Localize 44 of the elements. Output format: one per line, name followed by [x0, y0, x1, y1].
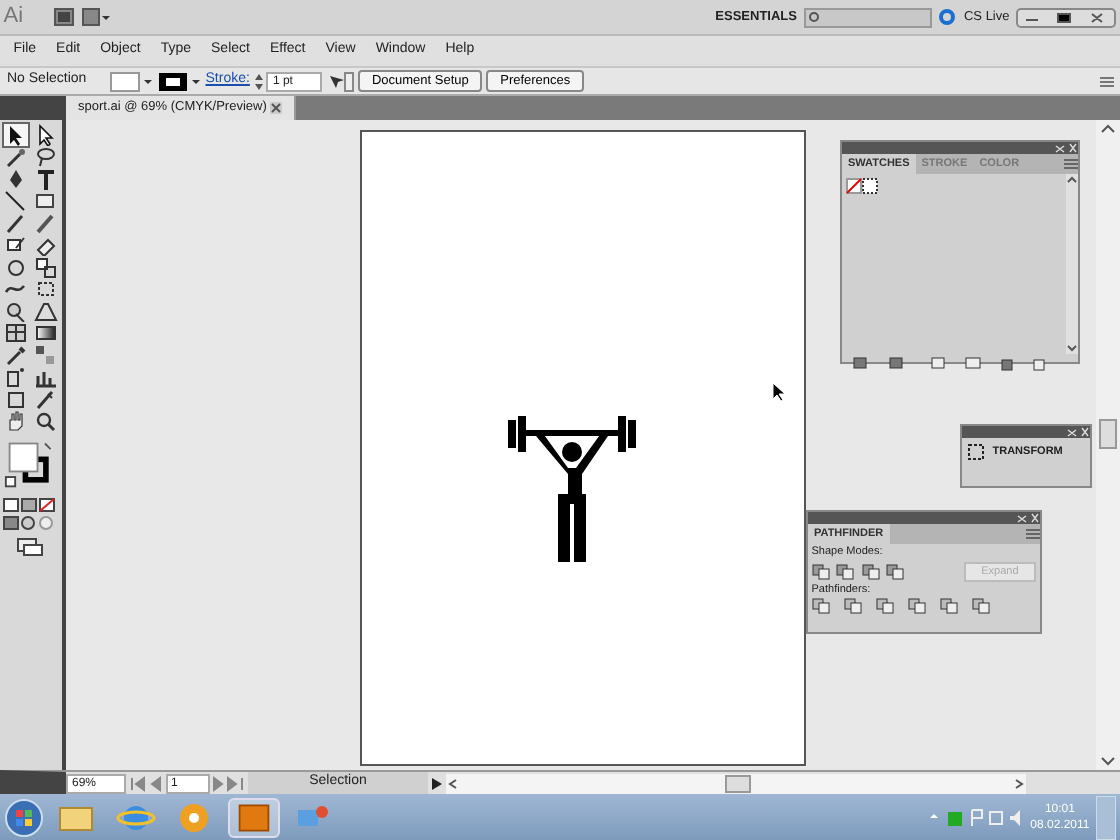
style-picker-icon[interactable]	[326, 71, 355, 91]
hand-icon[interactable]	[3, 409, 27, 432]
gradient-icon[interactable]	[33, 321, 57, 344]
stroke-swatch[interactable]	[158, 71, 202, 91]
page-nav-icons[interactable]	[212, 775, 245, 791]
panel-controls-icon[interactable]	[1066, 426, 1090, 438]
swatch-thumbnails[interactable]	[845, 178, 878, 195]
brush-icon[interactable]	[3, 211, 27, 234]
lasso-icon[interactable]	[33, 145, 57, 168]
eyedropper-icon[interactable]	[3, 343, 27, 366]
arrange-documents-icon[interactable]	[81, 8, 110, 26]
system-tray-icons[interactable]	[927, 807, 1024, 827]
zoom-icon[interactable]	[33, 409, 57, 432]
artboard-icon[interactable]	[3, 387, 27, 410]
pencil-icon[interactable]	[33, 211, 57, 234]
panel-menu-icon[interactable]	[1064, 158, 1078, 171]
fill-swatch[interactable]	[110, 71, 155, 91]
transform-icon[interactable]	[965, 441, 986, 462]
draw-mode-icons[interactable]	[0, 513, 58, 532]
selection-arrow-icon[interactable]	[3, 123, 27, 146]
status-menu-arrow-icon[interactable]	[431, 777, 442, 789]
page-nav-icons[interactable]	[129, 775, 162, 791]
direct-selection-icon[interactable]	[33, 123, 57, 146]
app-logo: Ai	[3, 2, 26, 33]
horizontal-scrollbar[interactable]	[445, 773, 1025, 793]
start-button[interactable]	[3, 797, 44, 837]
pointer-cursor-icon	[772, 382, 786, 402]
type-tool-icon[interactable]	[33, 167, 57, 190]
magic-wand-icon[interactable]	[3, 145, 27, 168]
panel-menu-icon[interactable]	[1026, 528, 1040, 541]
panel-scrollbar[interactable]	[1066, 174, 1078, 355]
close-icon[interactable]	[270, 102, 283, 114]
panel-controls-icon[interactable]	[1054, 142, 1078, 154]
window-controls-icon[interactable]	[1016, 7, 1117, 27]
panel-menu-icon[interactable]	[1099, 75, 1113, 87]
line-icon[interactable]	[3, 189, 27, 212]
mesh-icon[interactable]	[3, 321, 27, 344]
panel-controls-icon[interactable]	[1016, 512, 1040, 524]
rotate-icon[interactable]	[3, 255, 27, 278]
vertical-scrollbar[interactable]	[1096, 120, 1120, 770]
search-field[interactable]	[803, 7, 932, 27]
eraser-icon[interactable]	[33, 233, 57, 256]
color-mode-icons[interactable]	[0, 495, 58, 514]
rectangle-icon[interactable]	[33, 189, 57, 212]
